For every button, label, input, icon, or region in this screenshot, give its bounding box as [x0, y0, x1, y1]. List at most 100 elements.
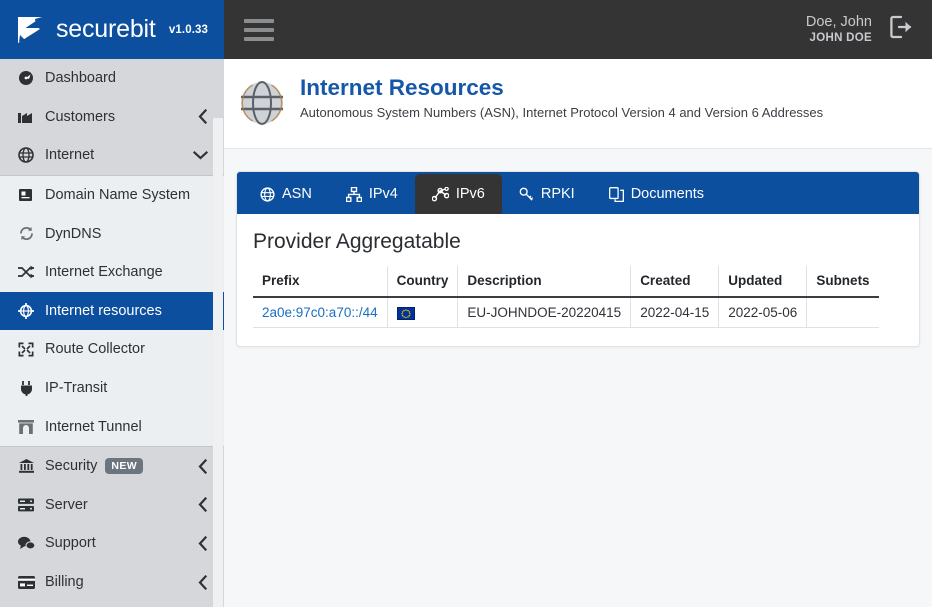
content-area: ASN IPv4 IPv6 RPKI Documents Provider Ag…	[224, 149, 932, 607]
app-root: securebit v1.0.33 Dashboard Customers In…	[0, 0, 932, 607]
sidebar-nav: Dashboard Customers Internet Domain Name…	[0, 59, 224, 607]
main-area: Doe, John JOHN DOE Internet Resources Au…	[224, 0, 932, 607]
sidebar-item-dashboard[interactable]: Dashboard	[0, 59, 224, 98]
sidebar-item-server[interactable]: Server	[0, 486, 224, 525]
sidebar-item-label: Internet resources	[45, 302, 162, 319]
prefix-table: Prefix Country Description Created Updat…	[253, 266, 879, 328]
tab-asn[interactable]: ASN	[243, 174, 329, 214]
chevron-left-icon[interactable]	[197, 109, 208, 125]
globe-crosshair-icon	[16, 302, 36, 319]
table-header-row: Prefix Country Description Created Updat…	[253, 266, 879, 298]
sidebar-item-support[interactable]: Support	[0, 524, 224, 563]
tab-ipv6[interactable]: IPv6	[414, 174, 502, 214]
tachometer-icon	[16, 70, 36, 86]
nav-group-bottom: Security NEW Server Support Billing	[0, 447, 224, 601]
table-row[interactable]: 2a0e:97c0:a70::/44 EU-JOHNDOE-20220415 2…	[253, 297, 879, 328]
tab-bar: ASN IPv4 IPv6 RPKI Documents	[237, 172, 919, 214]
sidebar-item-route-collector[interactable]: Route Collector	[0, 330, 224, 369]
globe-header-icon	[238, 79, 286, 132]
landmark-icon	[16, 458, 36, 474]
sidebar-item-ip-transit[interactable]: IP-Transit	[0, 369, 224, 408]
hamburger-menu-icon[interactable]	[244, 14, 274, 46]
sidebar-item-customers[interactable]: Customers	[0, 98, 224, 137]
sidebar-item-label: Server	[45, 496, 88, 513]
sidebar-item-label: Internet Exchange	[45, 264, 163, 281]
sidebar-item-security[interactable]: Security NEW	[0, 447, 224, 486]
tab-label: ASN	[282, 186, 312, 202]
status-badge-new: NEW	[105, 458, 144, 474]
cell-country	[387, 297, 459, 328]
user-name: Doe, John	[805, 14, 872, 31]
page-title: Internet Resources	[300, 75, 504, 100]
sync-icon	[16, 226, 36, 242]
archway-icon	[16, 419, 36, 435]
panel-title: Provider Aggregatable	[253, 230, 461, 253]
chevron-left-icon[interactable]	[197, 458, 208, 474]
column-header-description[interactable]: Description	[457, 266, 632, 298]
key-icon	[519, 187, 534, 202]
sidebar-item-label: Domain Name System	[45, 187, 191, 204]
tab-label: IPv4	[368, 186, 398, 202]
credit-card-icon	[16, 574, 36, 590]
user-subtitle: JOHN DOE	[809, 32, 872, 45]
sidebar-item-internet-resources[interactable]: Internet resources	[0, 291, 224, 331]
cell-prefix[interactable]: 2a0e:97c0:a70::/44	[253, 297, 388, 328]
sidebar-item-label: Internet Tunnel	[45, 418, 142, 435]
sidebar-item-label: Route Collector	[45, 341, 145, 358]
tab-label: IPv6	[455, 186, 485, 202]
eu-flag-icon	[396, 306, 415, 320]
resources-card: ASN IPv4 IPv6 RPKI Documents Provider Ag…	[236, 171, 920, 347]
chevron-left-icon[interactable]	[197, 535, 208, 551]
sidebar-scrollbar[interactable]	[213, 118, 223, 607]
compress-arrows-icon	[16, 341, 36, 357]
prefix-link[interactable]: 2a0e:97c0:a70::/44	[262, 305, 378, 320]
plug-icon	[16, 380, 36, 396]
sidebar-item-domain-name-system[interactable]: Domain Name System	[0, 176, 224, 215]
sidebar-item-label: Internet	[45, 147, 95, 164]
logout-icon[interactable]	[888, 14, 918, 45]
column-header-created[interactable]: Created	[630, 266, 720, 298]
cell-description: EU-JOHNDOE-20220415	[457, 297, 632, 328]
chevron-down-icon[interactable]	[193, 150, 208, 161]
server-icon	[16, 497, 36, 513]
nav-group-internet-submenu: Domain Name System DynDNS Internet Excha…	[0, 175, 224, 446]
sidebar-item-label: DynDNS	[45, 225, 102, 242]
column-header-country[interactable]: Country	[387, 266, 459, 298]
chevron-left-icon[interactable]	[197, 497, 208, 513]
sidebar-item-label: Support	[45, 535, 96, 552]
topbar: Doe, John JOHN DOE	[224, 0, 932, 59]
table-body: 2a0e:97c0:a70::/44 EU-JOHNDOE-20220415 2…	[253, 297, 879, 328]
tab-rpki[interactable]: RPKI	[502, 174, 592, 214]
sidebar-item-internet[interactable]: Internet	[0, 136, 224, 175]
user-info[interactable]: Doe, John JOHN DOE	[806, 13, 888, 46]
globe-icon	[16, 147, 36, 164]
page-subtitle: Autonomous System Numbers (ASN), Interne…	[300, 104, 824, 120]
sidebar-item-internet-tunnel[interactable]: Internet Tunnel	[0, 407, 224, 446]
chevron-left-icon[interactable]	[197, 574, 208, 590]
sitemap-icon	[345, 186, 362, 202]
cell-updated: 2022-05-06	[718, 297, 808, 328]
tab-label: RPKI	[540, 186, 575, 202]
securebit-logo-icon	[12, 13, 46, 47]
card-body: Provider Aggregatable Prefix Country Des…	[237, 214, 919, 346]
comments-icon	[16, 535, 36, 551]
cell-subnets	[806, 297, 879, 328]
sidebar-item-label: IP-Transit	[45, 380, 108, 397]
column-header-updated[interactable]: Updated	[718, 266, 808, 298]
globe-icon	[260, 186, 275, 202]
page-header: Internet Resources Autonomous System Num…	[224, 59, 932, 149]
sidebar-item-label: Billing	[45, 574, 84, 591]
copy-icon	[608, 186, 624, 202]
sidebar-item-internet-exchange[interactable]: Internet Exchange	[0, 253, 224, 292]
sidebar-item-billing[interactable]: Billing	[0, 563, 224, 602]
brand-header[interactable]: securebit v1.0.33	[0, 0, 224, 59]
page-header-text: Internet Resources Autonomous System Num…	[300, 75, 823, 120]
book-icon	[16, 187, 36, 203]
cell-created: 2022-04-15	[630, 297, 720, 328]
tab-documents[interactable]: Documents	[592, 174, 721, 214]
sidebar-item-dyndns[interactable]: DynDNS	[0, 214, 224, 253]
tab-ipv4[interactable]: IPv4	[329, 174, 415, 214]
column-header-subnets[interactable]: Subnets	[806, 266, 879, 298]
tab-label: Documents	[630, 186, 705, 202]
column-header-prefix[interactable]: Prefix	[253, 266, 388, 298]
